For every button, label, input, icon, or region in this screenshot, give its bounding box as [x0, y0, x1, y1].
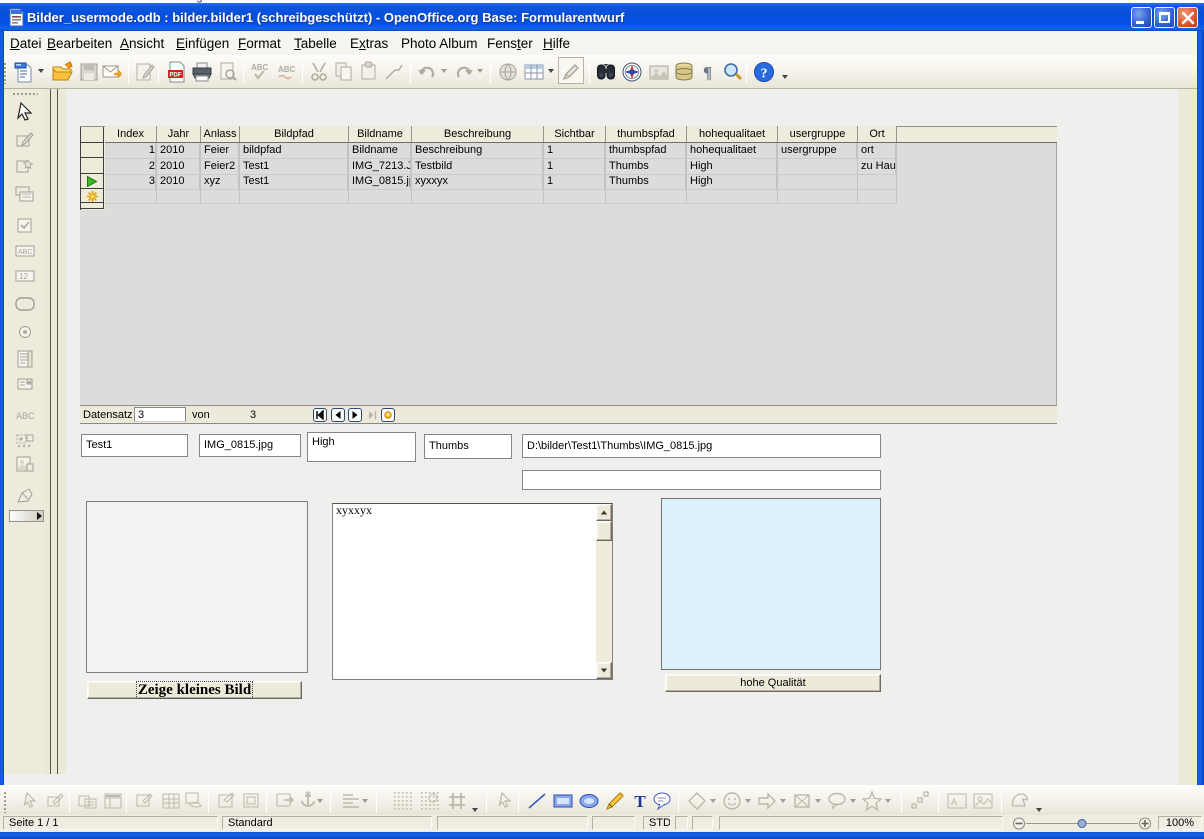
svg-text:PDF: PDF: [170, 73, 182, 79]
svg-text:¶: ¶: [703, 63, 712, 82]
svg-text:ABC: ABC: [16, 411, 35, 421]
svg-text:ABC: ABC: [251, 63, 269, 72]
svg-text:ABC: ABC: [18, 249, 32, 256]
svg-text:?: ?: [761, 67, 768, 82]
svg-text:12: 12: [19, 272, 28, 281]
svg-text:T: T: [634, 792, 646, 811]
svg-text:A: A: [951, 797, 957, 807]
svg-text:ABC: ABC: [278, 65, 296, 74]
